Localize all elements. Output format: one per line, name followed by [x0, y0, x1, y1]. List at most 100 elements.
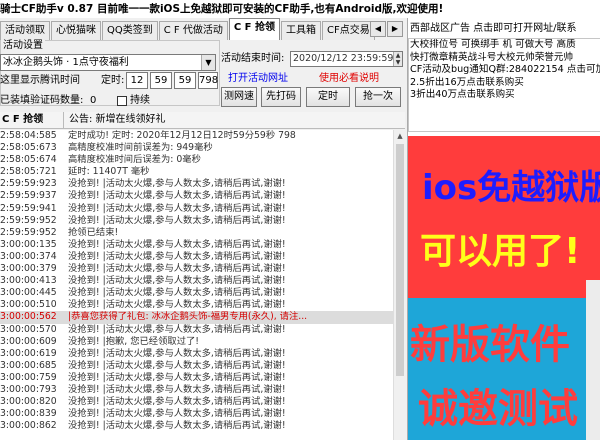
test-speed-button[interactable]: 测网速 [221, 87, 257, 107]
log-row[interactable]: 2:59:59:937 没抢到! |活动太火爆,参与人数太多,请稍后再试,谢谢! [0, 190, 405, 202]
continue-checkbox[interactable] [117, 96, 127, 106]
ad-line[interactable]: 2.5折出16万点击联系购买 [409, 77, 600, 90]
tencent-time-label: 这里显示腾讯时间 [0, 75, 80, 86]
log-message: 没抢到! |活动太火爆,参与人数太多,请稍后再试,谢谢! [68, 287, 286, 299]
ad-list[interactable]: 大校排位号 可换绑手 机 可做大号 高质 快打微章精英战斗号大校元帅荣誉元帅 C… [408, 38, 600, 132]
tab-cf-trade[interactable]: CF点交易 [321, 21, 375, 40]
timer-button[interactable]: 定时 [306, 87, 350, 107]
end-time-field[interactable]: 2020/12/12 23:59:59 ▲ ▼ [290, 51, 403, 67]
announcement: 公告: 新增在线领好礼 [69, 114, 166, 125]
log-row[interactable]: 3:00:00:570 没抢到! |活动太火爆,参与人数太多,请稍后再试,谢谢! [0, 324, 405, 336]
log-message: 没抢到! |抱歉, 您已经领取过了! [68, 335, 200, 347]
tab-activity-claim[interactable]: 活动领取 [0, 21, 50, 40]
ad-title[interactable]: 西部战区广告 点击即可打开网址/联系 [410, 22, 577, 36]
log-scrollbar[interactable]: ▲ [393, 130, 405, 440]
log-message: 没抢到! |活动太火爆,参与人数太多,请稍后再试,谢谢! [68, 359, 286, 371]
log-time: 3:00:00:839 [0, 408, 57, 420]
ad-line[interactable]: CF活动及bug通知Q群:284022154 点击可加 [409, 64, 600, 77]
hour-field[interactable]: 12 [126, 72, 148, 89]
ios-banner[interactable]: ios免越狱版 可以用了! [408, 136, 600, 298]
tab-qq-signin[interactable]: QQ类签到 [102, 21, 158, 40]
beta-test-banner[interactable]: 新版软件 诚邀测试 [408, 298, 600, 440]
log-row[interactable]: 3:00:00:609 没抢到! |抱歉, 您已经领取过了! [0, 336, 405, 348]
log-time: 3:00:00:413 [0, 275, 57, 287]
tab-toolbox[interactable]: 工具箱 [280, 21, 321, 40]
log-time: 3:00:00:820 [0, 396, 57, 408]
log-message: 没抢到! |活动太火爆,参与人数太多,请稍后再试,谢谢! [68, 275, 286, 287]
log-message: 没抢到! |活动太火爆,参与人数太多,请稍后再试,谢谢! [68, 178, 286, 190]
log-message: 延时: 11407T 毫秒 [68, 166, 150, 178]
ad-line[interactable]: 3折出40万点击联系购买 [409, 89, 600, 102]
log-time: 3:00:00:379 [0, 263, 57, 275]
log-row[interactable]: 2:58:05:674 高精度校准时间后误差为: 0毫秒 [0, 154, 405, 166]
log-row[interactable]: 3:00:00:685 没抢到! |活动太火爆,参与人数太多,请稍后再试,谢谢! [0, 360, 405, 372]
log-header-tab[interactable]: C F 抢领 [0, 112, 64, 128]
chevron-down-icon[interactable]: ▼ [201, 55, 215, 70]
log-message: 没抢到! |活动太火爆,参与人数太多,请稍后再试,谢谢! [68, 299, 286, 311]
banner-headline: 新版软件 [410, 322, 570, 368]
tab-xinyue-cat[interactable]: 心悦猫咪 [51, 21, 101, 40]
log-row[interactable]: 2:58:05:721 延时: 11407T 毫秒 [0, 166, 405, 178]
ad-scrollbar[interactable] [586, 280, 600, 440]
activity-select[interactable]: 冰冰企鹅头饰 · 1点守夜福利 ▼ [0, 54, 216, 71]
log-time: 3:00:00:685 [0, 359, 57, 371]
log-row[interactable]: 3:00:00:445 没抢到! |活动太火爆,参与人数太多,请稍后再试,谢谢! [0, 287, 405, 299]
log-message: 没抢到! |活动太火爆,参与人数太多,请稍后再试,谢谢! [68, 347, 286, 359]
scroll-up-icon[interactable]: ▲ [394, 130, 406, 142]
fixed-time-label: 定时: [101, 75, 125, 86]
log-row[interactable]: 3:00:00:759 没抢到! |活动太火爆,参与人数太多,请稍后再试,谢谢! [0, 372, 405, 384]
ad-line[interactable]: 快打微章精英战斗号大校元帅荣誉元帅 [409, 52, 600, 65]
end-time-value: 2020/12/12 23:59:59 [293, 53, 394, 64]
ad-panel: 西部战区广告 点击即可打开网址/联系 大校排位号 可换绑手 机 可做大号 高质 … [407, 18, 600, 440]
log-row[interactable]: 2:59:59:952 抢领已结束! [0, 227, 405, 239]
log-message: 没抢到! |活动太火爆,参与人数太多,请稍后再试,谢谢! [68, 190, 286, 202]
second-field[interactable]: 59 [174, 72, 196, 89]
log-time: 2:58:05:721 [0, 166, 57, 178]
log-row[interactable]: 3:00:00:839 没抢到! |活动太火爆,参与人数太多,请稍后再试,谢谢! [0, 408, 405, 420]
chevron-right-icon[interactable]: ▶ [387, 21, 403, 37]
log-row[interactable]: 3:00:00:793 没抢到! |活动太火爆,参与人数太多,请稍后再试,谢谢! [0, 384, 405, 396]
log-row[interactable]: 2:59:59:923 没抢到! |活动太火爆,参与人数太多,请稍后再试,谢谢! [0, 178, 405, 190]
log-message: 没抢到! |活动太火爆,参与人数太多,请稍后再试,谢谢! [68, 202, 286, 214]
log-list[interactable]: 2:58:04:585 定时成功! 定时: 2020年12月12日12时59分59… [0, 130, 405, 440]
log-row[interactable]: 3:00:00:562 |恭喜您获得了礼包: 冰冰企鹅头饰-福男专用(永久), 请… [0, 311, 405, 324]
log-time: 3:00:00:570 [0, 323, 57, 335]
minute-field[interactable]: 59 [150, 72, 172, 89]
log-row[interactable]: 3:00:00:510 没抢到! |活动太火爆,参与人数太多,请稍后再试,谢谢! [0, 299, 405, 311]
log-row[interactable]: 2:59:59:941 没抢到! |活动太火爆,参与人数太多,请稍后再试,谢谢! [0, 203, 405, 215]
must-read-link[interactable]: 使用必看说明 [319, 69, 379, 84]
log-time: 3:00:00:445 [0, 287, 57, 299]
tab-scroll-arrows: ◀ ▶ [370, 21, 404, 37]
log-time: 2:59:59:941 [0, 202, 57, 214]
open-activity-url-link[interactable]: 打开活动网址 [228, 69, 288, 84]
end-time-label: 活动结束时间: [221, 53, 285, 64]
tab-cf-proxy[interactable]: C F 代做活动 [158, 21, 228, 40]
chevron-left-icon[interactable]: ◀ [370, 21, 386, 37]
log-time: 3:00:00:862 [0, 420, 57, 432]
log-message: 抢领已结束! [68, 226, 119, 238]
log-time: 3:00:00:135 [0, 238, 57, 250]
window-title: 骑士CF助手v 0.87 目前唯一一款iOS上免越狱即可安装的CF助手,也有An… [0, 0, 600, 18]
log-message: 没抢到! |活动太火爆,参与人数太多,请稍后再试,谢谢! [68, 408, 286, 420]
log-message: 高精度校准时间前误差为: 949毫秒 [68, 142, 213, 154]
millisecond-field[interactable]: 798 [198, 72, 218, 89]
log-row[interactable]: 3:00:00:413 没抢到! |活动太火爆,参与人数太多,请稍后再试,谢谢! [0, 275, 405, 287]
tab-cf-grab[interactable]: C F 抢领 [228, 18, 280, 40]
tab-bar: 活动领取 心悦猫咪 QQ类签到 C F 代做活动 C F 抢领 工具箱 CF点交… [0, 18, 405, 40]
scroll-thumb[interactable] [396, 144, 404, 376]
log-row[interactable]: 3:00:00:374 没抢到! |活动太火爆,参与人数太多,请稍后再试,谢谢! [0, 251, 405, 263]
log-row[interactable]: 2:58:05:673 高精度校准时间前误差为: 949毫秒 [0, 142, 405, 154]
log-row[interactable]: 3:00:00:820 没抢到! |活动太火爆,参与人数太多,请稍后再试,谢谢! [0, 396, 405, 408]
ad-line[interactable]: 大校排位号 可换绑手 机 可做大号 高质 [409, 39, 600, 52]
log-row[interactable]: 3:00:00:135 没抢到! |活动太火爆,参与人数太多,请稍后再试,谢谢! [0, 239, 405, 251]
log-header: C F 抢领 公告: 新增在线领好礼 [0, 112, 405, 129]
log-row[interactable]: 3:00:00:862 没抢到! |活动太火爆,参与人数太多,请稍后再试,谢谢! [0, 420, 405, 432]
log-row[interactable]: 2:58:04:585 定时成功! 定时: 2020年12月12日12时59分59… [0, 130, 405, 142]
log-row[interactable]: 3:00:00:379 没抢到! |活动太火爆,参与人数太多,请稍后再试,谢谢! [0, 263, 405, 275]
grab-once-button[interactable]: 抢一次 [355, 87, 401, 107]
log-row[interactable]: 2:59:59:952 没抢到! |活动太火爆,参与人数太多,请稍后再试,谢谢! [0, 215, 405, 227]
verify-count-label: 已装填验证码数量: [0, 95, 84, 106]
spin-arrows-icon[interactable]: ▲ ▼ [393, 52, 402, 66]
captcha-button[interactable]: 先打码 [261, 87, 301, 107]
log-row[interactable]: 3:00:00:619 没抢到! |活动太火爆,参与人数太多,请稍后再试,谢谢! [0, 348, 405, 360]
